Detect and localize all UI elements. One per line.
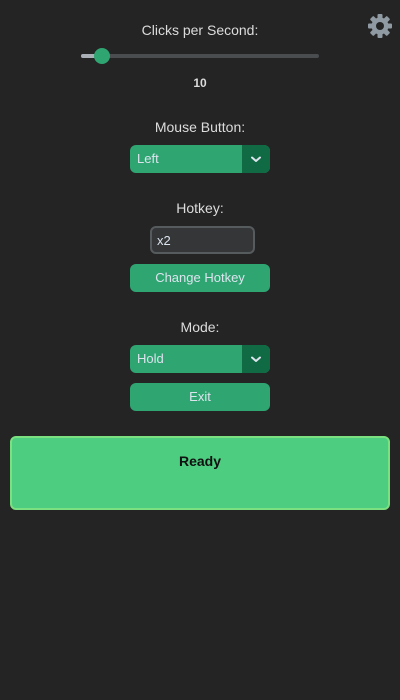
mouse-button-label: Mouse Button:: [154, 119, 246, 135]
cps-slider[interactable]: [81, 48, 319, 64]
status-panel: Ready: [10, 436, 390, 510]
status-text: Ready: [178, 453, 222, 469]
mode-dropdown[interactable]: Hold: [130, 345, 270, 373]
mouse-button-selected: Left: [137, 151, 159, 166]
chevron-down-icon: [251, 356, 261, 362]
hotkey-label: Hotkey:: [176, 200, 224, 216]
chevron-down-icon: [251, 156, 261, 162]
mode-selected: Hold: [137, 351, 164, 366]
mouse-button-dropdown[interactable]: Left: [130, 145, 270, 173]
cps-value: 10: [193, 76, 207, 90]
mode-dropdown-arrow[interactable]: [242, 345, 270, 373]
exit-button[interactable]: Exit: [130, 383, 270, 411]
cps-label: Clicks per Second:: [141, 22, 259, 38]
hotkey-input[interactable]: [150, 226, 255, 254]
mouse-button-dropdown-arrow[interactable]: [242, 145, 270, 173]
cps-slider-track[interactable]: [81, 54, 319, 58]
change-hotkey-button[interactable]: Change Hotkey: [130, 264, 270, 292]
cps-slider-handle[interactable]: [94, 48, 111, 64]
mode-label: Mode:: [180, 319, 220, 335]
